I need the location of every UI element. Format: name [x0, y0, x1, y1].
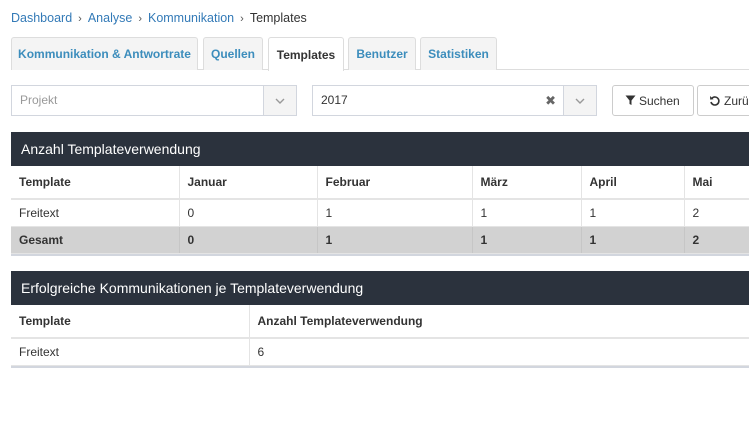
column-header[interactable]: Template — [11, 166, 179, 200]
column-header[interactable]: April — [580, 166, 684, 200]
breadcrumb-analyse[interactable]: Analyse — [88, 11, 132, 25]
column-header[interactable]: Anzahl Templateverwendung — [248, 305, 749, 339]
table-header-row: Template Januar Februar März April Mai — [11, 166, 749, 200]
tab-kommunikation-antwortrate[interactable]: Kommunikation & Antwortrate — [11, 37, 198, 70]
reset-button-label: Zurü — [724, 93, 749, 108]
project-select-placeholder: Projekt — [20, 93, 58, 107]
breadcrumb-current: Templates — [249, 11, 307, 25]
tab-quellen[interactable]: Quellen — [203, 37, 263, 70]
clear-icon[interactable]: ✖ — [545, 86, 556, 115]
successful-communications-table: Template Anzahl Templateverwendung Freit… — [11, 305, 749, 366]
column-header[interactable]: Template — [11, 305, 249, 339]
table-cell: 2 — [683, 226, 749, 254]
project-select-toggle[interactable] — [263, 86, 296, 115]
tab-templates[interactable]: Templates — [268, 37, 344, 71]
table-cell: 2 — [683, 199, 749, 227]
successful-communications-panel: Erfolgreiche Kommunikationen je Template… — [11, 271, 749, 368]
column-header[interactable]: Januar — [178, 166, 317, 200]
table-cell: 1 — [316, 199, 472, 227]
undo-icon — [709, 95, 721, 107]
template-usage-panel: Anzahl Templateverwendung Template Janua… — [11, 132, 749, 256]
table-cell: 1 — [471, 199, 581, 227]
search-button[interactable]: Suchen — [612, 85, 694, 116]
breadcrumb-dashboard[interactable]: Dashboard — [11, 11, 72, 25]
column-header[interactable]: Februar — [316, 166, 472, 200]
column-header[interactable]: März — [471, 166, 581, 200]
table-cell: Freitext — [11, 199, 179, 227]
year-select[interactable]: 2017 ✖ — [312, 85, 597, 116]
search-button-label: Suchen — [639, 93, 680, 108]
breadcrumb-separator-icon: › — [78, 13, 82, 25]
table-cell: 0 — [178, 226, 317, 254]
table-cell: Gesamt — [11, 226, 179, 254]
reset-button[interactable]: Zurü — [697, 85, 749, 116]
breadcrumb: Dashboard › Analyse › Kommunikation › Template… — [11, 10, 307, 27]
table-cell: Freitext — [11, 338, 249, 366]
tab-bar: Kommunikation & Antwortrate Quellen Temp… — [11, 37, 749, 71]
panel-title: Anzahl Templateverwendung — [11, 132, 749, 166]
table-cell: 1 — [316, 226, 472, 254]
table-cell: 1 — [580, 226, 684, 254]
template-usage-table: Template Januar Februar März April Mai F… — [11, 166, 749, 254]
year-select-toggle[interactable] — [563, 86, 596, 115]
breadcrumb-separator-icon: › — [138, 13, 142, 25]
table-header-row: Template Anzahl Templateverwendung — [11, 305, 749, 339]
chevron-down-icon — [575, 98, 585, 104]
breadcrumb-kommunikation[interactable]: Kommunikation — [148, 11, 234, 25]
tab-statistiken[interactable]: Statistiken — [420, 37, 497, 70]
year-select-value: 2017 — [321, 93, 348, 107]
chevron-down-icon — [275, 98, 285, 104]
panel-title: Erfolgreiche Kommunikationen je Template… — [11, 271, 749, 305]
filter-icon — [625, 95, 636, 106]
tab-benutzer[interactable]: Benutzer — [348, 37, 416, 70]
table-row: Freitext 0 1 1 1 2 — [11, 199, 749, 227]
total-row: Gesamt 0 1 1 1 2 — [11, 226, 749, 254]
table-cell: 6 — [248, 338, 749, 366]
table-cell: 1 — [580, 199, 684, 227]
table-row: Freitext 6 — [11, 338, 749, 366]
breadcrumb-separator-icon: › — [240, 13, 244, 25]
column-header[interactable]: Mai — [683, 166, 749, 200]
table-cell: 1 — [471, 226, 581, 254]
project-select[interactable]: Projekt — [11, 85, 297, 116]
table-cell: 0 — [178, 199, 317, 227]
